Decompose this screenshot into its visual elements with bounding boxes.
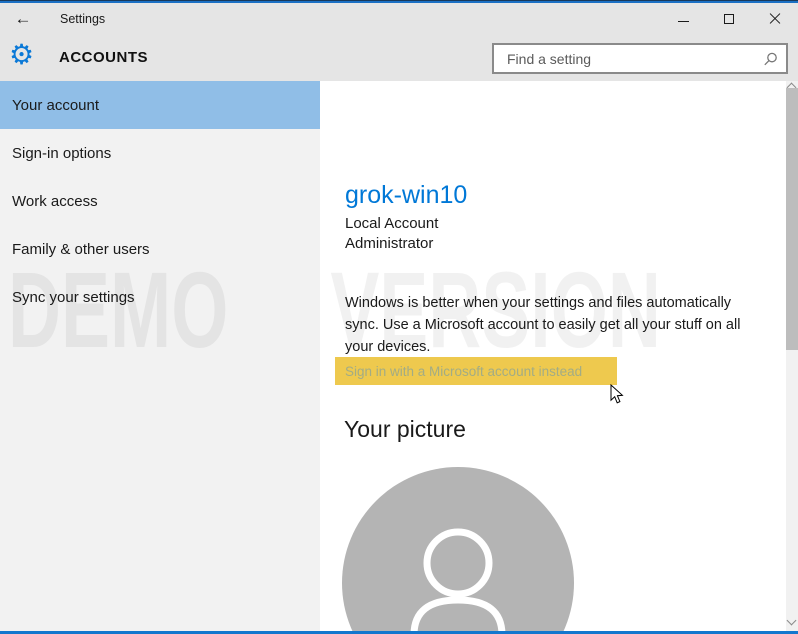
app-header: ⚙ ACCOUNTS: [0, 38, 798, 81]
account-role: Administrator: [345, 235, 434, 252]
sidebar-item-work-access[interactable]: Work access: [0, 177, 320, 225]
account-name: grok-win10: [345, 181, 468, 209]
sidebar-item-label: Family & other users: [12, 240, 150, 258]
sign-in-microsoft-link[interactable]: Sign in with a Microsoft account instead: [335, 357, 617, 385]
sidebar-item-label: Sign-in options: [12, 144, 112, 162]
back-arrow-icon: ←: [14, 8, 32, 28]
sync-description-line: sync. Use a Microsoft account to easily …: [345, 317, 741, 333]
sidebar: Your account Sign-in options Work access…: [0, 81, 320, 634]
gear-icon: ⚙: [9, 39, 35, 70]
sync-description-line: Windows is better when your settings and…: [345, 295, 732, 311]
scrollbar-thumb[interactable]: [786, 88, 798, 350]
user-avatar: [342, 467, 574, 634]
window-top-border: [0, 0, 798, 3]
close-icon: [769, 13, 781, 25]
window-controls: [660, 3, 798, 34]
search-box: [492, 43, 788, 74]
sidebar-item-your-account[interactable]: Your account: [0, 81, 320, 129]
maximize-button[interactable]: [706, 3, 752, 34]
scrollbar-down-arrow-icon[interactable]: [786, 615, 797, 626]
sync-description: Windows is better when your settings and…: [345, 292, 740, 358]
page-title: ACCOUNTS: [59, 49, 148, 66]
vertical-scrollbar[interactable]: [786, 81, 798, 634]
main-content: grok-win10 Local Account Administrator W…: [320, 81, 786, 634]
your-picture-heading: Your picture: [344, 416, 466, 442]
window-title: Settings: [60, 11, 106, 26]
settings-window: ← Settings ⚙ ACCOUNTS Find a setting You…: [0, 0, 798, 634]
sync-description-line: your devices.: [345, 339, 431, 355]
window-chrome: ← Settings ⚙ ACCOUNTS: [0, 0, 798, 81]
search-icon[interactable]: [763, 52, 778, 72]
minimize-button[interactable]: [660, 3, 706, 34]
sidebar-item-label: Work access: [12, 192, 98, 210]
sidebar-item-sync-your-settings[interactable]: Sync your settings: [0, 273, 320, 321]
account-type: Local Account: [345, 215, 439, 232]
close-button[interactable]: [752, 3, 798, 34]
sign-in-microsoft-link-label: Sign in with a Microsoft account instead: [345, 363, 583, 379]
sidebar-item-sign-in-options[interactable]: Sign-in options: [0, 129, 320, 177]
avatar-circle: [342, 467, 574, 634]
search-input[interactable]: [494, 45, 786, 72]
back-button[interactable]: ←: [0, 3, 46, 34]
sidebar-item-label: Sync your settings: [12, 288, 135, 306]
minimize-icon: [677, 21, 689, 22]
sidebar-item-label: Your account: [12, 96, 100, 114]
sidebar-item-family-other-users[interactable]: Family & other users: [0, 225, 320, 273]
maximize-icon: [724, 13, 734, 24]
titlebar: ← Settings: [0, 3, 798, 34]
